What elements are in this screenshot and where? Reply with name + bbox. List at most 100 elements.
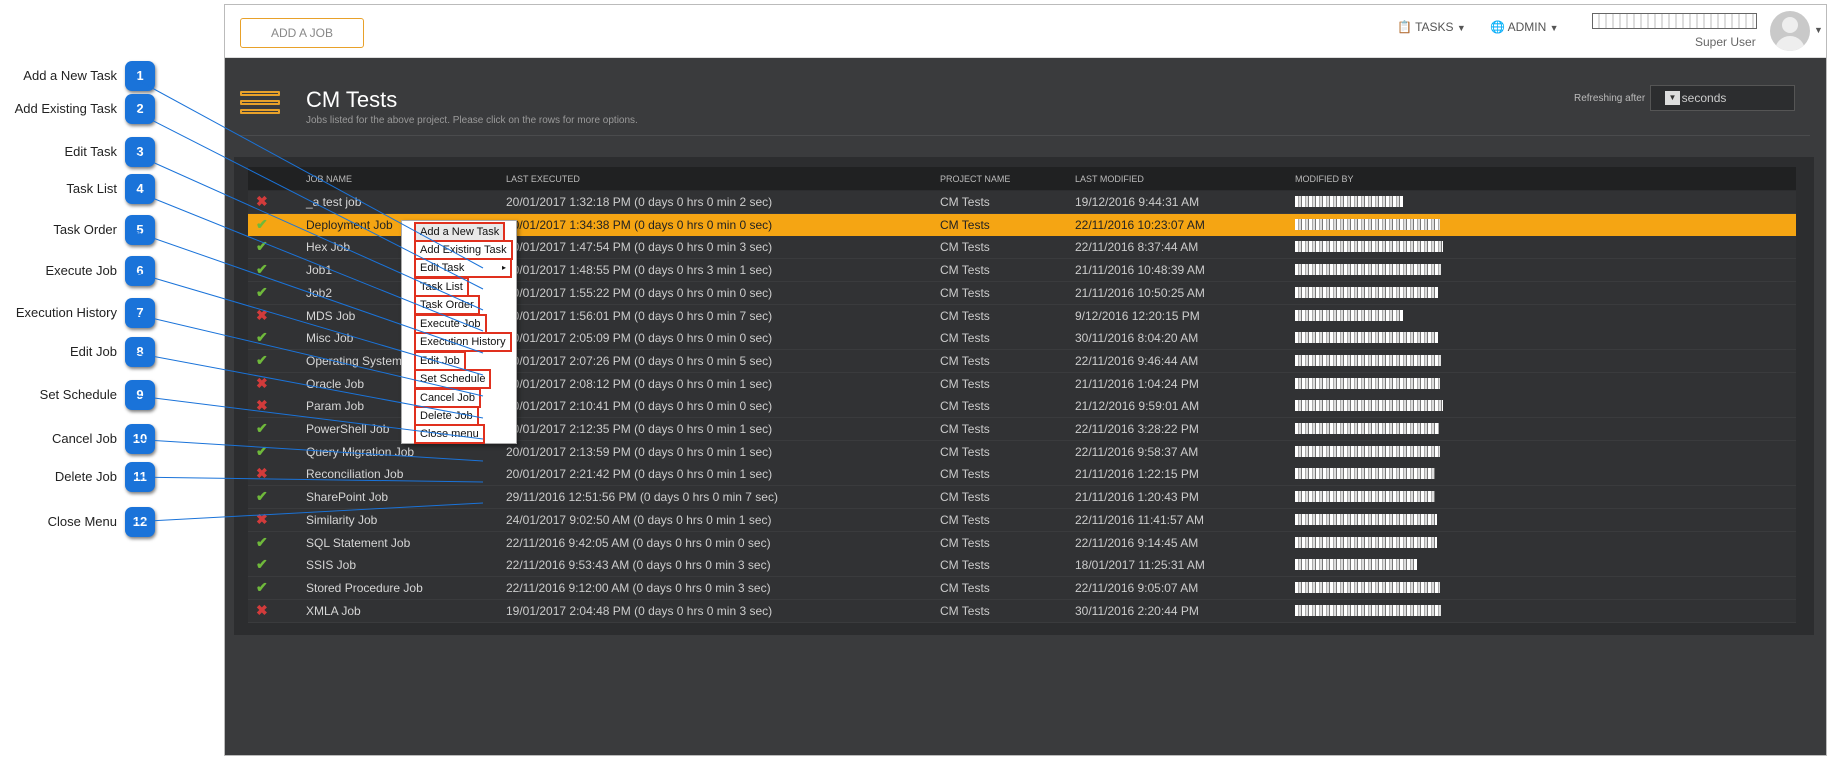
caret-down-icon: ▼ [1549, 23, 1559, 33]
table-row[interactable]: ✖ Reconciliation Job 20/01/2017 2:21:42 PM… [248, 463, 1796, 487]
project-name-cell: CM Tests [940, 353, 990, 368]
callout-badge: 8 [125, 337, 155, 367]
last-executed-cell: 20/01/2017 2:07:26 PM (0 days 0 hrs 0 mi… [506, 353, 773, 368]
modified-by-redacted [1295, 377, 1440, 389]
menu-add-new-task[interactable]: Add a New Task [414, 222, 506, 242]
col-last-modified: LAST MODIFIED [1075, 174, 1144, 184]
last-modified-cell: 22/11/2016 10:23:07 AM [1075, 217, 1205, 232]
menu-edit-job[interactable]: Edit Job [414, 351, 466, 371]
last-executed-cell: 19/01/2017 2:04:48 PM (0 days 0 hrs 0 mi… [506, 603, 773, 618]
job-context-menu: Add a New Task Add Existing Task Edit Ta… [401, 220, 517, 444]
last-modified-cell: 21/11/2016 1:22:15 PM [1075, 467, 1199, 482]
add-job-button[interactable]: ADD A JOB [240, 18, 364, 48]
admin-menu[interactable]: 🌐 ADMIN ▼ [1490, 20, 1559, 34]
callout-label: Edit Task [64, 144, 117, 159]
caret-down-icon[interactable]: ▼ [1814, 25, 1823, 35]
tasks-label: TASKS [1415, 20, 1454, 34]
last-modified-cell: 21/11/2016 1:20:43 PM [1075, 490, 1199, 505]
modified-by-redacted [1295, 264, 1441, 276]
col-job-name: JOB NAME [306, 174, 353, 184]
page-subtitle: Jobs listed for the above project. Pleas… [306, 115, 638, 126]
menu-close-menu[interactable]: Close menu [414, 424, 485, 444]
user-name-redacted [1592, 13, 1757, 29]
table-row[interactable]: ✔ Query Migration Job 20/01/2017 2:13:59 P… [248, 440, 1796, 464]
last-modified-cell: 22/11/2016 8:37:44 AM [1075, 240, 1199, 255]
modified-by-redacted [1295, 491, 1435, 503]
modified-by-redacted [1295, 286, 1438, 298]
last-modified-cell: 22/11/2016 9:46:44 AM [1075, 353, 1199, 368]
last-modified-cell: 22/11/2016 9:14:45 AM [1075, 535, 1199, 550]
project-name-cell: CM Tests [940, 263, 990, 278]
last-modified-cell: 19/12/2016 9:44:31 AM [1075, 195, 1200, 209]
callout-badge: 1 [125, 61, 155, 91]
table-row[interactable]: ✖ Similarity Job 24/01/2017 9:02:50 AM (0 … [248, 508, 1796, 532]
x-icon: ✖ [256, 193, 268, 209]
modified-by-redacted [1295, 468, 1435, 480]
avatar[interactable] [1770, 11, 1810, 51]
project-name-cell: CM Tests [940, 512, 990, 527]
last-executed-cell: 20/01/2017 1:34:38 PM (0 days 0 hrs 0 mi… [506, 217, 773, 232]
refresh-interval-select[interactable]: 20 seconds ▼ [1650, 85, 1795, 111]
clipboard-icon: 📋 [1397, 20, 1412, 34]
x-icon: ✖ [256, 510, 268, 527]
last-executed-cell: 20/01/2017 2:12:35 PM (0 days 0 hrs 0 mi… [506, 422, 773, 436]
check-icon: ✔ [256, 261, 268, 278]
job-name-cell: XMLA Job [306, 603, 361, 618]
x-icon: ✖ [256, 397, 268, 414]
menu-task-list[interactable]: Task List [414, 277, 469, 297]
menu-edit-task[interactable]: Edit Task ▸ [414, 258, 512, 278]
check-icon: ✔ [256, 578, 268, 595]
last-modified-cell: 21/11/2016 10:48:39 AM [1075, 263, 1205, 278]
job-name-cell: Deployment Job [306, 217, 393, 232]
col-modified-by: MODIFIED BY [1295, 174, 1354, 184]
project-name-cell: CM Tests [940, 558, 990, 573]
table-row[interactable]: ✔ Stored Procedure Job 22/11/2016 9:12:00 … [248, 576, 1796, 600]
menu-edit-task-label: Edit Task [420, 262, 465, 274]
check-icon: ✔ [256, 351, 268, 368]
menu-execution-history[interactable]: Execution History [414, 332, 512, 352]
last-executed-cell: 22/11/2016 9:12:00 AM (0 days 0 hrs 0 mi… [506, 580, 771, 595]
last-modified-cell: 21/12/2016 9:59:01 AM [1075, 399, 1200, 414]
admin-label: ADMIN [1507, 20, 1547, 34]
x-icon: ✖ [256, 306, 268, 323]
callout-badge: 4 [125, 174, 155, 204]
project-name-cell: CM Tests [940, 535, 990, 550]
callout-3: Edit Task 3 [0, 137, 155, 167]
check-icon: ✔ [256, 488, 268, 505]
job-name-cell: Param Job [306, 399, 365, 414]
job-name-cell: Job2 [306, 285, 333, 300]
project-name-cell: CM Tests [940, 603, 990, 618]
table-row[interactable]: ✖ XMLA Job 19/01/2017 2:04:48 PM (0 days 0… [248, 599, 1796, 623]
refresh-label: Refreshing after [1574, 93, 1646, 104]
last-modified-cell: 21/11/2016 1:04:24 PM [1075, 376, 1199, 391]
callout-badge: 12 [125, 507, 155, 537]
table-row[interactable]: ✔ SSIS Job 22/11/2016 9:53:43 AM (0 days 0… [248, 554, 1796, 578]
menu-task-order[interactable]: Task Order [414, 295, 480, 315]
menu-add-existing-task[interactable]: Add Existing Task [414, 240, 513, 260]
last-executed-cell: 20/01/2017 2:05:09 PM (0 days 0 hrs 0 mi… [506, 331, 773, 346]
check-icon: ✔ [256, 420, 268, 436]
col-last-executed: LAST EXECUTED [506, 174, 580, 184]
last-modified-cell: 22/11/2016 9:05:07 AM [1075, 580, 1199, 595]
job-name-cell: SQL Statement Job [306, 535, 411, 550]
table-row[interactable]: ✔ SQL Statement Job 22/11/2016 9:42:05 AM … [248, 531, 1796, 555]
table-row[interactable]: ✔ SharePoint Job 29/11/2016 12:51:56 PM (0… [248, 486, 1796, 510]
project-name-cell: CM Tests [940, 580, 990, 595]
project-name-cell: CM Tests [940, 308, 990, 323]
menu-set-schedule[interactable]: Set Schedule [414, 369, 492, 389]
callout-badge: 5 [125, 215, 155, 245]
last-modified-cell: 22/11/2016 11:41:57 AM [1075, 512, 1204, 527]
tasks-menu[interactable]: 📋 TASKS ▼ [1397, 20, 1466, 34]
callout-badge: 2 [125, 94, 155, 124]
menu-delete-job[interactable]: Delete Job [414, 406, 479, 426]
table-header: JOB NAME LAST EXECUTED PROJECT NAME LAST… [248, 167, 1796, 190]
last-executed-cell: 20/01/2017 1:55:22 PM (0 days 0 hrs 0 mi… [506, 285, 773, 300]
callout-label: Task Order [53, 222, 117, 237]
table-row[interactable]: ✖ _a test job 20/01/2017 1:32:18 PM (0 day… [248, 191, 1796, 214]
menu-execute-job[interactable]: Execute Job [414, 314, 487, 334]
menu-cancel-job[interactable]: Cancel Job [414, 388, 482, 408]
user-role: Super User [1695, 35, 1756, 49]
callout-9: Set Schedule 9 [0, 380, 155, 410]
callout-label: Execute Job [45, 263, 117, 278]
check-icon: ✔ [256, 238, 268, 255]
